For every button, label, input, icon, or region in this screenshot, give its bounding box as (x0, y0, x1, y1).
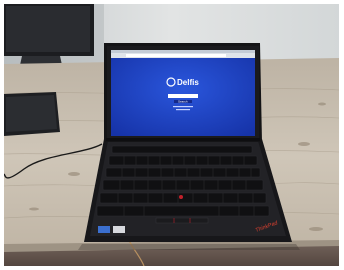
search-button-label: Search (178, 100, 188, 104)
sticker-right (113, 226, 125, 233)
browser-tab-strip (111, 50, 255, 53)
trackpoint-buttons (155, 217, 209, 224)
screen-link-1[interactable] (173, 106, 193, 108)
screen-background (111, 50, 255, 136)
external-keyboard (4, 92, 60, 136)
search-input[interactable] (168, 94, 198, 98)
address-bar[interactable] (126, 54, 226, 57)
laptop-photo-scene: ThinkPad Delfis Search (4, 4, 339, 266)
trackpoint (179, 195, 183, 199)
screen-link-2[interactable] (176, 109, 190, 111)
laptop-screen: Delfis Search (111, 50, 255, 136)
sticker-left (98, 226, 110, 233)
photo-frame: ThinkPad Delfis Search (4, 4, 339, 266)
laptop-shadow (78, 244, 300, 250)
site-logo-text: Delfis (177, 78, 199, 87)
laptop-hinge (106, 138, 260, 141)
